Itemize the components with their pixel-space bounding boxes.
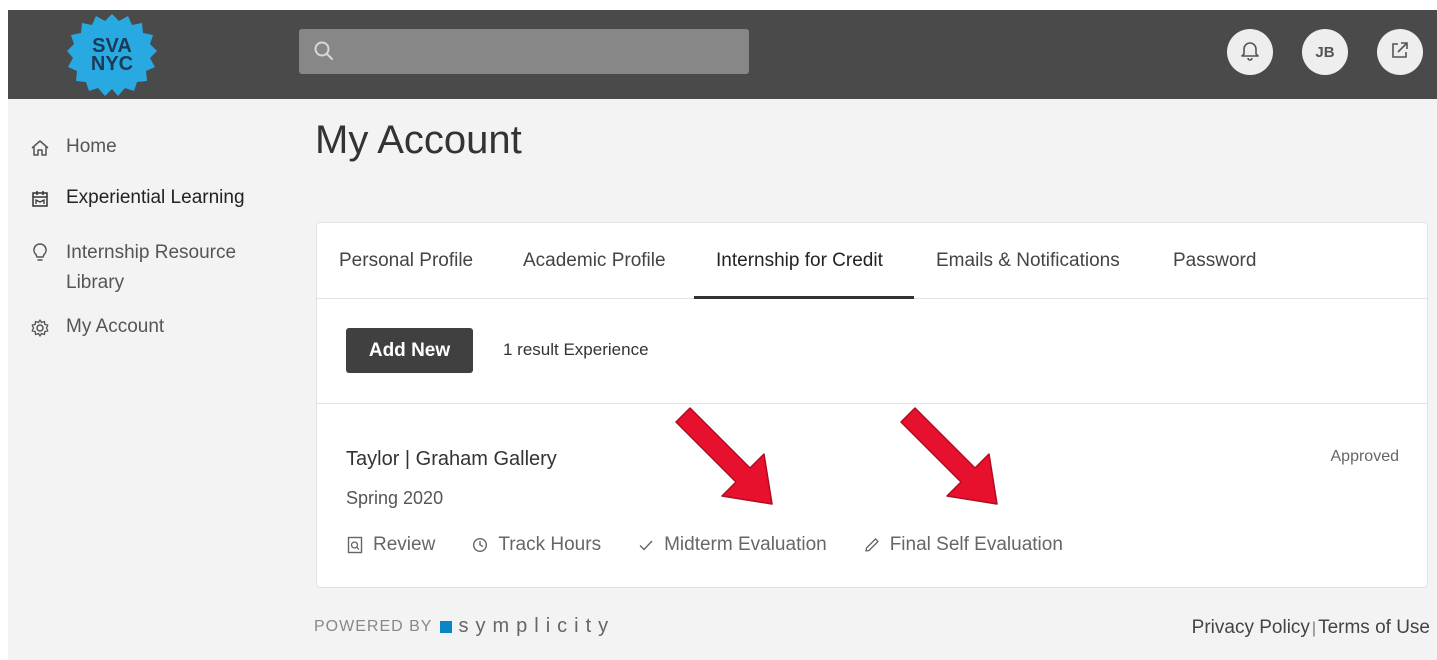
page-title: My Account: [315, 118, 522, 162]
result-count: 1 result Experience: [503, 340, 649, 359]
midterm-evaluation-action[interactable]: Midterm Evaluation: [637, 534, 827, 556]
sidebar-item-resource-library[interactable]: Internship Resource Library: [28, 238, 266, 298]
entry-actions: Review Track Hours Midterm Evaluation Fi…: [346, 534, 1099, 556]
footer-separator: |: [1311, 620, 1317, 637]
sidebar-item-home[interactable]: Home: [28, 136, 117, 160]
terms-of-use-link[interactable]: Terms of Use: [1318, 617, 1430, 638]
user-initials: JB: [1315, 43, 1335, 61]
action-label: Final Self Evaluation: [889, 534, 1063, 555]
search-input[interactable]: [299, 29, 749, 74]
review-action[interactable]: Review: [346, 534, 435, 556]
tab-bar: Personal Profile Academic Profile Intern…: [317, 223, 1427, 299]
sidebar-item-label: My Account: [66, 316, 165, 337]
lightbulb-icon: [28, 241, 52, 265]
sidebar-item-experiential-learning[interactable]: Experiential Learning: [28, 187, 245, 211]
powered-by-label: POWERED BY: [314, 617, 433, 635]
tab-academic-profile[interactable]: Academic Profile: [523, 223, 666, 299]
privacy-policy-link[interactable]: Privacy Policy: [1192, 617, 1310, 638]
red-arrow-annotation: [893, 400, 1003, 510]
search-icon: [313, 40, 335, 62]
sva-logo[interactable]: SVA NYC: [66, 12, 158, 98]
home-icon: [28, 136, 52, 160]
powered-by: POWERED BY symplicity: [314, 615, 615, 638]
external-link-button[interactable]: [1377, 29, 1423, 75]
document-search-icon: [346, 536, 364, 554]
final-self-evaluation-action[interactable]: Final Self Evaluation: [863, 534, 1063, 556]
tab-personal-profile[interactable]: Personal Profile: [339, 223, 473, 299]
clock-icon: [471, 536, 489, 554]
logo-text-line2: NYC: [91, 53, 133, 75]
sidebar-item-my-account[interactable]: My Account: [28, 316, 164, 340]
status-badge: Approved: [1330, 448, 1400, 465]
entry-term: Spring 2020: [346, 488, 444, 508]
account-card: Personal Profile Academic Profile Intern…: [316, 222, 1428, 588]
action-label: Midterm Evaluation: [664, 534, 827, 555]
external-link-icon: [1389, 39, 1411, 65]
entry-title[interactable]: Taylor | Graham Gallery: [346, 448, 557, 471]
experience-entry: Taylor | Graham Gallery Spring 2020 Appr…: [317, 404, 1427, 589]
tab-password[interactable]: Password: [1173, 223, 1256, 299]
red-arrow-annotation: [668, 400, 778, 510]
sidebar-item-label: Home: [66, 136, 117, 157]
footer-links: Privacy Policy | Terms of Use: [1192, 617, 1430, 639]
action-label: Track Hours: [498, 534, 602, 555]
gear-icon: [28, 316, 52, 340]
bell-icon: [1239, 39, 1261, 65]
tab-emails-notifications[interactable]: Emails & Notifications: [936, 223, 1120, 299]
sidebar-item-label: Experiential Learning: [66, 187, 245, 208]
add-new-button[interactable]: Add New: [346, 328, 473, 373]
action-label: Review: [373, 534, 436, 555]
top-navigation-bar: SVA NYC JB: [8, 10, 1437, 99]
sidebar-item-label: Internship Resource Library: [66, 242, 237, 293]
track-hours-action[interactable]: Track Hours: [471, 534, 601, 556]
symplicity-square-icon: [440, 620, 453, 633]
check-icon: [637, 536, 655, 554]
tab-internship-for-credit[interactable]: Internship for Credit: [716, 223, 883, 299]
calendar-icon: [28, 187, 52, 211]
notifications-button[interactable]: [1227, 29, 1273, 75]
user-avatar-button[interactable]: JB: [1302, 29, 1348, 75]
experience-toolbar: Add New 1 result Experience: [317, 299, 1427, 404]
symplicity-brand: symplicity: [458, 615, 616, 637]
pencil-icon: [863, 536, 881, 554]
